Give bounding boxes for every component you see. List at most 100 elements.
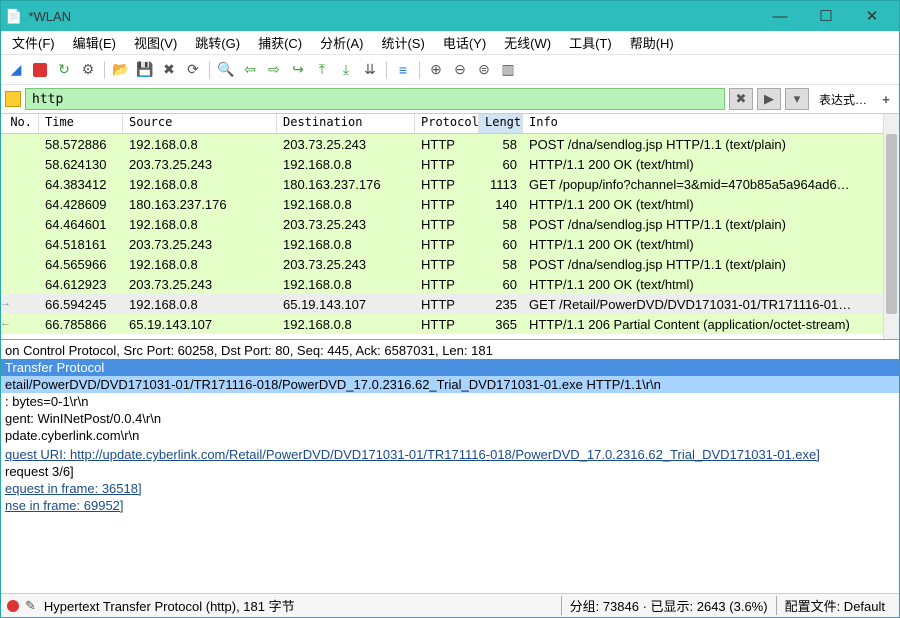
window-title: *WLAN [28,9,757,24]
last-button[interactable]: ⤓ [335,59,357,81]
cell-len: 365 [479,316,523,333]
cell-src: 203.73.25.243 [123,236,277,253]
cell-info: HTTP/1.1 200 OK (text/html) [523,276,899,293]
col-source[interactable]: Source [123,114,277,133]
prev-button[interactable]: ⇦ [239,59,261,81]
cell-no [1,283,39,285]
cell-src: 192.168.0.8 [123,216,277,233]
resize-cols-button[interactable]: ▥ [497,59,519,81]
cell-info: HTTP/1.1 200 OK (text/html) [523,156,899,173]
zoom-out-button[interactable]: ⊖ [449,59,471,81]
packet-row[interactable]: 58.572886192.168.0.8203.73.25.243HTTP58P… [1,134,899,154]
restart-capture-button[interactable]: ↻ [53,59,75,81]
minimize-button[interactable]: — [757,1,803,31]
cell-proto: HTTP [415,296,479,313]
detail-line: etail/PowerDVD/DVD171031-01/TR171116-018… [1,376,899,393]
cell-dst: 180.163.237.176 [277,176,415,193]
first-button[interactable]: ⤒ [311,59,333,81]
detail-line[interactable]: equest in frame: 36518] [1,480,899,497]
status-profile[interactable]: 配置文件: Default [776,596,893,615]
stop-capture-button[interactable] [29,59,51,81]
packet-row[interactable]: 64.383412192.168.0.8180.163.237.176HTTP1… [1,174,899,194]
col-time[interactable]: Time [39,114,123,133]
packet-row[interactable]: 58.624130203.73.25.243192.168.0.8HTTP60H… [1,154,899,174]
menu-item-4[interactable]: 捕获(C) [249,30,311,55]
col-destination[interactable]: Destination [277,114,415,133]
cell-time: 64.428609 [39,196,123,213]
apply-filter-button[interactable]: ▶ [757,88,781,110]
col-protocol[interactable]: Protocol [415,114,479,133]
menu-item-8[interactable]: 无线(W) [495,30,560,55]
close-button[interactable]: ✕ [849,1,895,31]
cell-dst: 203.73.25.243 [277,136,415,153]
bookmark-icon[interactable] [5,91,21,107]
packet-row[interactable]: 64.428609180.163.237.176192.168.0.8HTTP1… [1,194,899,214]
cell-info: POST /dna/sendlog.jsp HTTP/1.1 (text/pla… [523,216,899,233]
cell-no [1,223,39,225]
reload-button[interactable]: ⟳ [182,59,204,81]
app-icon: 📄 [5,8,22,25]
menu-item-10[interactable]: 帮助(H) [621,30,683,55]
menu-item-0[interactable]: 文件(F) [3,30,64,55]
cell-src: 203.73.25.243 [123,276,277,293]
cell-proto: HTTP [415,276,479,293]
cell-info: HTTP/1.1 200 OK (text/html) [523,236,899,253]
menu-item-5[interactable]: 分析(A) [311,30,372,55]
cell-len: 60 [479,156,523,173]
cell-time: 64.518161 [39,236,123,253]
save-button[interactable]: 💾 [134,59,156,81]
expression-button[interactable]: 表达式… [813,91,873,108]
auto-scroll-button[interactable]: ⇊ [359,59,381,81]
menu-item-3[interactable]: 跳转(G) [186,30,249,55]
shark-icon[interactable]: ◢ [5,59,27,81]
cell-no [1,143,39,145]
cell-len: 58 [479,256,523,273]
jump-button[interactable]: ↪ [287,59,309,81]
next-button[interactable]: ⇨ [263,59,285,81]
clear-filter-button[interactable]: ✖ [729,88,753,110]
col-info[interactable]: Info [523,114,899,133]
display-filter-input[interactable] [25,88,725,110]
menu-item-7[interactable]: 电话(Y) [434,30,495,55]
cell-time: 58.572886 [39,136,123,153]
menu-item-1[interactable]: 编辑(E) [64,30,125,55]
separator [209,61,210,79]
col-no[interactable]: No. [1,114,39,133]
zoom-reset-button[interactable]: ⊜ [473,59,495,81]
close-file-button[interactable]: ✖ [158,59,180,81]
cell-len: 140 [479,196,523,213]
cell-src: 65.19.143.107 [123,316,277,333]
cell-src: 192.168.0.8 [123,296,277,313]
find-button[interactable]: 🔍 [215,59,237,81]
detail-line[interactable]: nse in frame: 69952] [1,497,899,514]
cell-time: 64.383412 [39,176,123,193]
packet-row[interactable]: ←66.78586665.19.143.107192.168.0.8HTTP36… [1,314,899,334]
expert-info-icon[interactable] [7,600,19,612]
packet-row[interactable]: 64.565966192.168.0.8203.73.25.243HTTP58P… [1,254,899,274]
col-length[interactable]: Length [479,114,523,133]
packet-details[interactable]: on Control Protocol, Src Port: 60258, Ds… [1,339,899,567]
colorize-button[interactable]: ≡ [392,59,414,81]
add-filter-button[interactable]: + [877,90,895,108]
edit-icon[interactable]: ✎ [25,598,36,614]
menu-item-9[interactable]: 工具(T) [560,30,621,55]
packet-row[interactable]: →66.594245192.168.0.865.19.143.107HTTP23… [1,294,899,314]
cell-proto: HTTP [415,316,479,333]
menu-item-2[interactable]: 视图(V) [125,30,186,55]
open-file-button[interactable]: 📂 [110,59,132,81]
recent-filter-button[interactable]: ▾ [785,88,809,110]
toolbar: ◢ ↻ ⚙ 📂 💾 ✖ ⟳ 🔍 ⇦ ⇨ ↪ ⤒ ⤓ ⇊ ≡ ⊕ ⊖ ⊜ ▥ [1,55,899,85]
menu-item-6[interactable]: 统计(S) [372,30,433,55]
packet-row[interactable]: 64.612923203.73.25.243192.168.0.8HTTP60H… [1,274,899,294]
packet-scrollbar[interactable] [883,114,899,339]
packet-row[interactable]: 64.518161203.73.25.243192.168.0.8HTTP60H… [1,234,899,254]
maximize-button[interactable]: ☐ [803,1,849,31]
packet-row[interactable]: 64.464601192.168.0.8203.73.25.243HTTP58P… [1,214,899,234]
cell-time: 66.594245 [39,296,123,313]
cell-proto: HTTP [415,136,479,153]
zoom-in-button[interactable]: ⊕ [425,59,447,81]
detail-line[interactable]: quest URI: http://update.cyberlink.com/R… [1,446,899,463]
detail-line: pdate.cyberlink.com\r\n [1,427,899,444]
packet-list: No. Time Source Destination Protocol Len… [1,113,899,339]
capture-options-button[interactable]: ⚙ [77,59,99,81]
